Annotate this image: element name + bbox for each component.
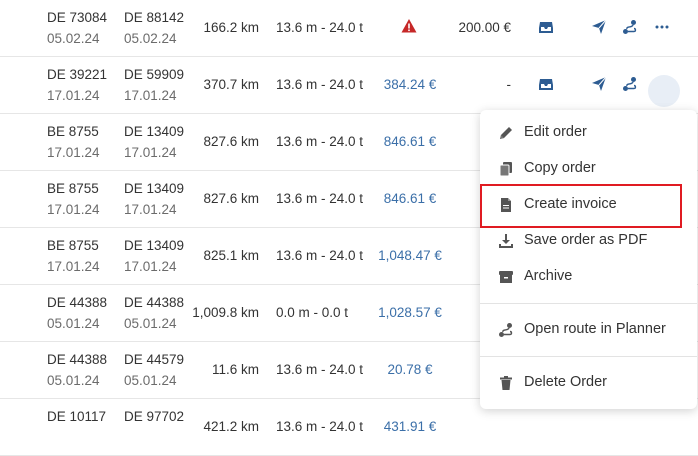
to-date: 17.01.24 xyxy=(124,88,177,103)
menu-item-label: Archive xyxy=(524,268,573,284)
price-link[interactable]: 846.61 € xyxy=(370,191,450,206)
menu-item-copy-order[interactable]: Copy order xyxy=(480,152,697,188)
to-plate: DE 97702 xyxy=(124,409,185,424)
from-plate: DE 73084 xyxy=(47,10,108,25)
to-plate: DE 88142 xyxy=(124,10,185,25)
distance: 827.6 km xyxy=(203,134,259,149)
pencil-icon xyxy=(498,125,514,141)
price-link[interactable]: 1,028.57 € xyxy=(370,305,450,320)
price-link[interactable]: 384.24 € xyxy=(370,77,450,92)
price-link[interactable]: 1,048.47 € xyxy=(370,248,450,263)
menu-item-label: Delete Order xyxy=(524,374,608,390)
to-date: 05.02.24 xyxy=(124,31,177,46)
download-icon xyxy=(498,233,514,249)
copy-icon xyxy=(498,161,514,177)
dimensions: 13.6 m - 24.0 t xyxy=(276,20,364,35)
to-plate: DE 13409 xyxy=(124,124,185,139)
distance: 827.6 km xyxy=(203,191,259,206)
dimensions: 13.6 m - 24.0 t xyxy=(276,134,364,149)
menu-item-delete-order[interactable]: Delete Order xyxy=(480,366,697,402)
menu-divider xyxy=(480,356,697,357)
to-date: 05.01.24 xyxy=(124,373,177,388)
menu-item-save-pdf[interactable]: Save order as PDF xyxy=(480,224,697,260)
menu-item-edit-order[interactable]: Edit order xyxy=(480,116,697,152)
from-date: 17.01.24 xyxy=(47,202,100,217)
from-plate: DE 44388 xyxy=(47,352,108,367)
amount: - xyxy=(506,77,512,92)
distance: 11.6 km xyxy=(211,362,259,377)
warning-icon xyxy=(401,18,419,36)
dimensions: 13.6 m - 24.0 t xyxy=(276,419,364,434)
to-date: 05.01.24 xyxy=(124,316,177,331)
create-invoice-highlight xyxy=(480,184,682,228)
from-date: 17.01.24 xyxy=(47,145,100,160)
to-plate: DE 59909 xyxy=(124,67,185,82)
menu-item-label: Edit order xyxy=(524,124,587,140)
route-icon xyxy=(498,322,514,338)
from-plate: DE 39221 xyxy=(47,67,108,82)
send-icon[interactable] xyxy=(591,19,609,37)
inbox-icon[interactable] xyxy=(538,19,556,37)
menu-divider xyxy=(480,303,697,304)
price-link[interactable]: 20.78 € xyxy=(370,362,450,377)
price-link[interactable]: 846.61 € xyxy=(370,134,450,149)
from-date: 05.01.24 xyxy=(47,373,100,388)
to-plate: DE 44388 xyxy=(124,295,185,310)
more-options-icon[interactable] xyxy=(654,19,672,37)
from-plate: BE 8755 xyxy=(47,181,99,196)
archive-icon xyxy=(498,269,514,285)
distance: 1,009.8 km xyxy=(192,305,259,320)
from-plate: DE 44388 xyxy=(47,295,108,310)
from-date: 17.01.24 xyxy=(47,259,100,274)
route-icon[interactable] xyxy=(622,76,640,94)
to-date: 17.01.24 xyxy=(124,259,177,274)
from-date: 05.01.24 xyxy=(47,316,100,331)
distance: 421.2 km xyxy=(203,419,259,434)
inbox-icon[interactable] xyxy=(538,76,556,94)
to-date: 17.01.24 xyxy=(124,202,177,217)
to-date: 17.01.24 xyxy=(124,145,177,160)
from-plate: BE 8755 xyxy=(47,238,99,253)
dimensions: 13.6 m - 24.0 t xyxy=(276,362,364,377)
from-plate: BE 8755 xyxy=(47,124,99,139)
menu-item-label: Open route in Planner xyxy=(524,321,666,337)
more-button-active-bg xyxy=(648,75,680,107)
distance: 166.2 km xyxy=(203,20,259,35)
to-plate: DE 13409 xyxy=(124,238,185,253)
trash-icon xyxy=(498,375,514,391)
dimensions: 13.6 m - 24.0 t xyxy=(276,248,364,263)
to-plate: DE 13409 xyxy=(124,181,185,196)
menu-item-label: Copy order xyxy=(524,160,596,176)
menu-item-label: Save order as PDF xyxy=(524,232,648,248)
table-row[interactable]: DE 39221 17.01.24 DE 59909 17.01.24 370.7 km… xyxy=(0,57,698,114)
distance: 825.1 km xyxy=(203,248,259,263)
order-actions-menu: Edit order Copy order Create invoice Sav… xyxy=(480,110,697,409)
from-date: 05.02.24 xyxy=(47,31,100,46)
menu-item-archive[interactable]: Archive xyxy=(480,260,697,296)
from-plate: DE 10117 xyxy=(47,409,107,424)
dimensions: 13.6 m - 24.0 t xyxy=(276,191,364,206)
table-row[interactable]: DE 73084 05.02.24 DE 88142 05.02.24 166.2 km… xyxy=(0,0,698,57)
amount: 200.00 € xyxy=(458,20,511,35)
route-icon[interactable] xyxy=(622,19,640,37)
from-date: 17.01.24 xyxy=(47,88,100,103)
dimensions: 0.0 m - 0.0 t xyxy=(276,305,349,320)
to-plate: DE 44579 xyxy=(124,352,185,367)
dimensions: 13.6 m - 24.0 t xyxy=(276,77,364,92)
distance: 370.7 km xyxy=(203,77,259,92)
send-icon[interactable] xyxy=(591,76,609,94)
menu-item-open-route[interactable]: Open route in Planner xyxy=(480,313,697,349)
price-link[interactable]: 431.91 € xyxy=(370,419,450,434)
